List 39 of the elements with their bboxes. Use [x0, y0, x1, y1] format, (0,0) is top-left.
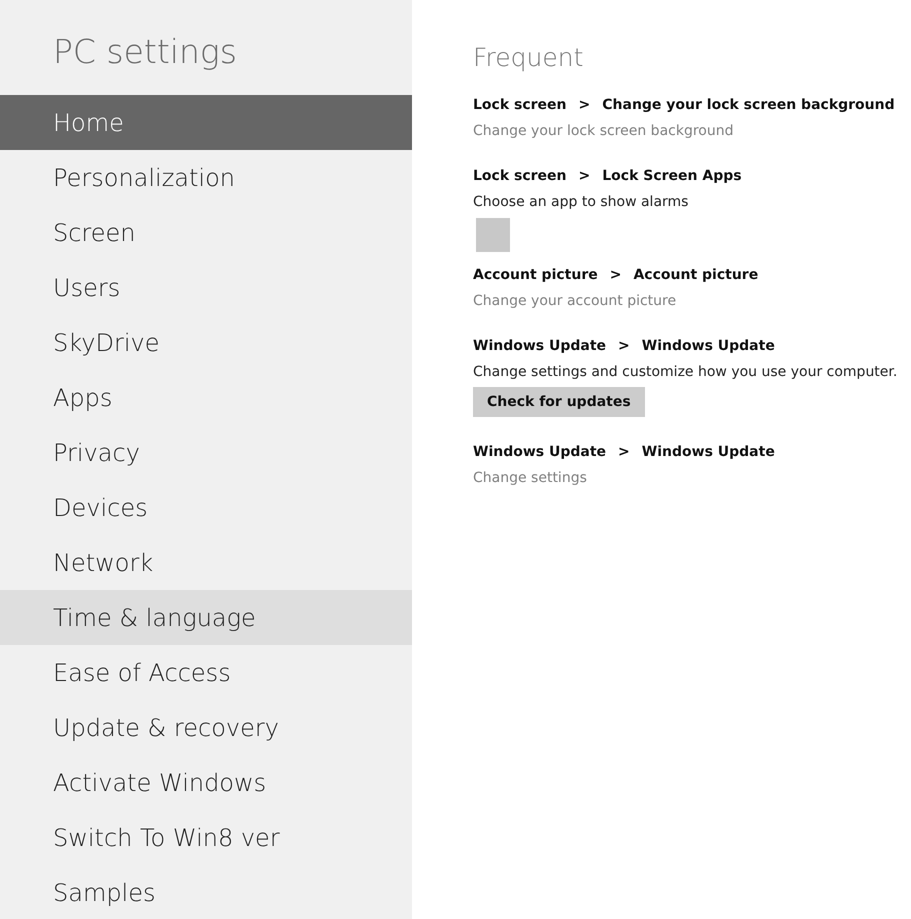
setting-description: Change settings and customize how you use your computer.: [473, 363, 898, 382]
nav-item[interactable]: Users: [0, 260, 412, 315]
breadcrumb-separator: >: [578, 96, 590, 115]
category-link[interactable]: Windows Update: [473, 442, 606, 462]
breadcrumb-separator: >: [618, 337, 630, 356]
setting-description: Change your lock screen background: [473, 122, 734, 141]
nav-item[interactable]: Time & language: [0, 590, 412, 645]
section-heading: Frequent: [473, 43, 584, 73]
category-link[interactable]: Windows Update: [473, 336, 606, 356]
breadcrumb-separator: >: [618, 443, 630, 462]
nav-item[interactable]: Switch To Win8 ver: [0, 810, 412, 865]
page-link[interactable]: Windows Update: [642, 442, 775, 462]
nav-item[interactable]: Apps: [0, 370, 412, 425]
nav-item[interactable]: Home: [0, 95, 412, 150]
category-link[interactable]: Lock screen: [473, 95, 567, 115]
setting-description: Choose an app to show alarms: [473, 193, 690, 212]
nav-item[interactable]: Update & recovery: [0, 700, 412, 755]
nav-item[interactable]: Personalization: [0, 150, 412, 205]
page-link[interactable]: Lock Screen Apps: [602, 166, 742, 186]
setting-description: Change your account picture: [473, 292, 678, 311]
nav-item[interactable]: Network: [0, 535, 412, 590]
breadcrumb-separator: >: [610, 266, 622, 285]
setting-description: Change settings: [473, 469, 588, 488]
nav-item[interactable]: Samples: [0, 865, 412, 919]
nav-item[interactable]: Screen: [0, 205, 412, 260]
app-tile[interactable]: [476, 218, 510, 252]
nav-item[interactable]: Activate Windows: [0, 755, 412, 810]
page-link[interactable]: Windows Update: [642, 336, 775, 356]
nav-item[interactable]: Privacy: [0, 425, 412, 480]
app-title: PC settings: [52, 31, 238, 73]
category-link[interactable]: Lock screen: [473, 166, 567, 186]
page-link[interactable]: Account picture: [633, 265, 758, 285]
check-updates-button[interactable]: Check for updates: [473, 387, 645, 417]
breadcrumb-separator: >: [578, 167, 590, 186]
page-link[interactable]: Change your lock screen background: [602, 95, 895, 115]
category-link[interactable]: Account picture: [473, 265, 598, 285]
nav-item[interactable]: SkyDrive: [0, 315, 412, 370]
nav-item[interactable]: Ease of Access: [0, 645, 412, 700]
nav-item[interactable]: Devices: [0, 480, 412, 535]
